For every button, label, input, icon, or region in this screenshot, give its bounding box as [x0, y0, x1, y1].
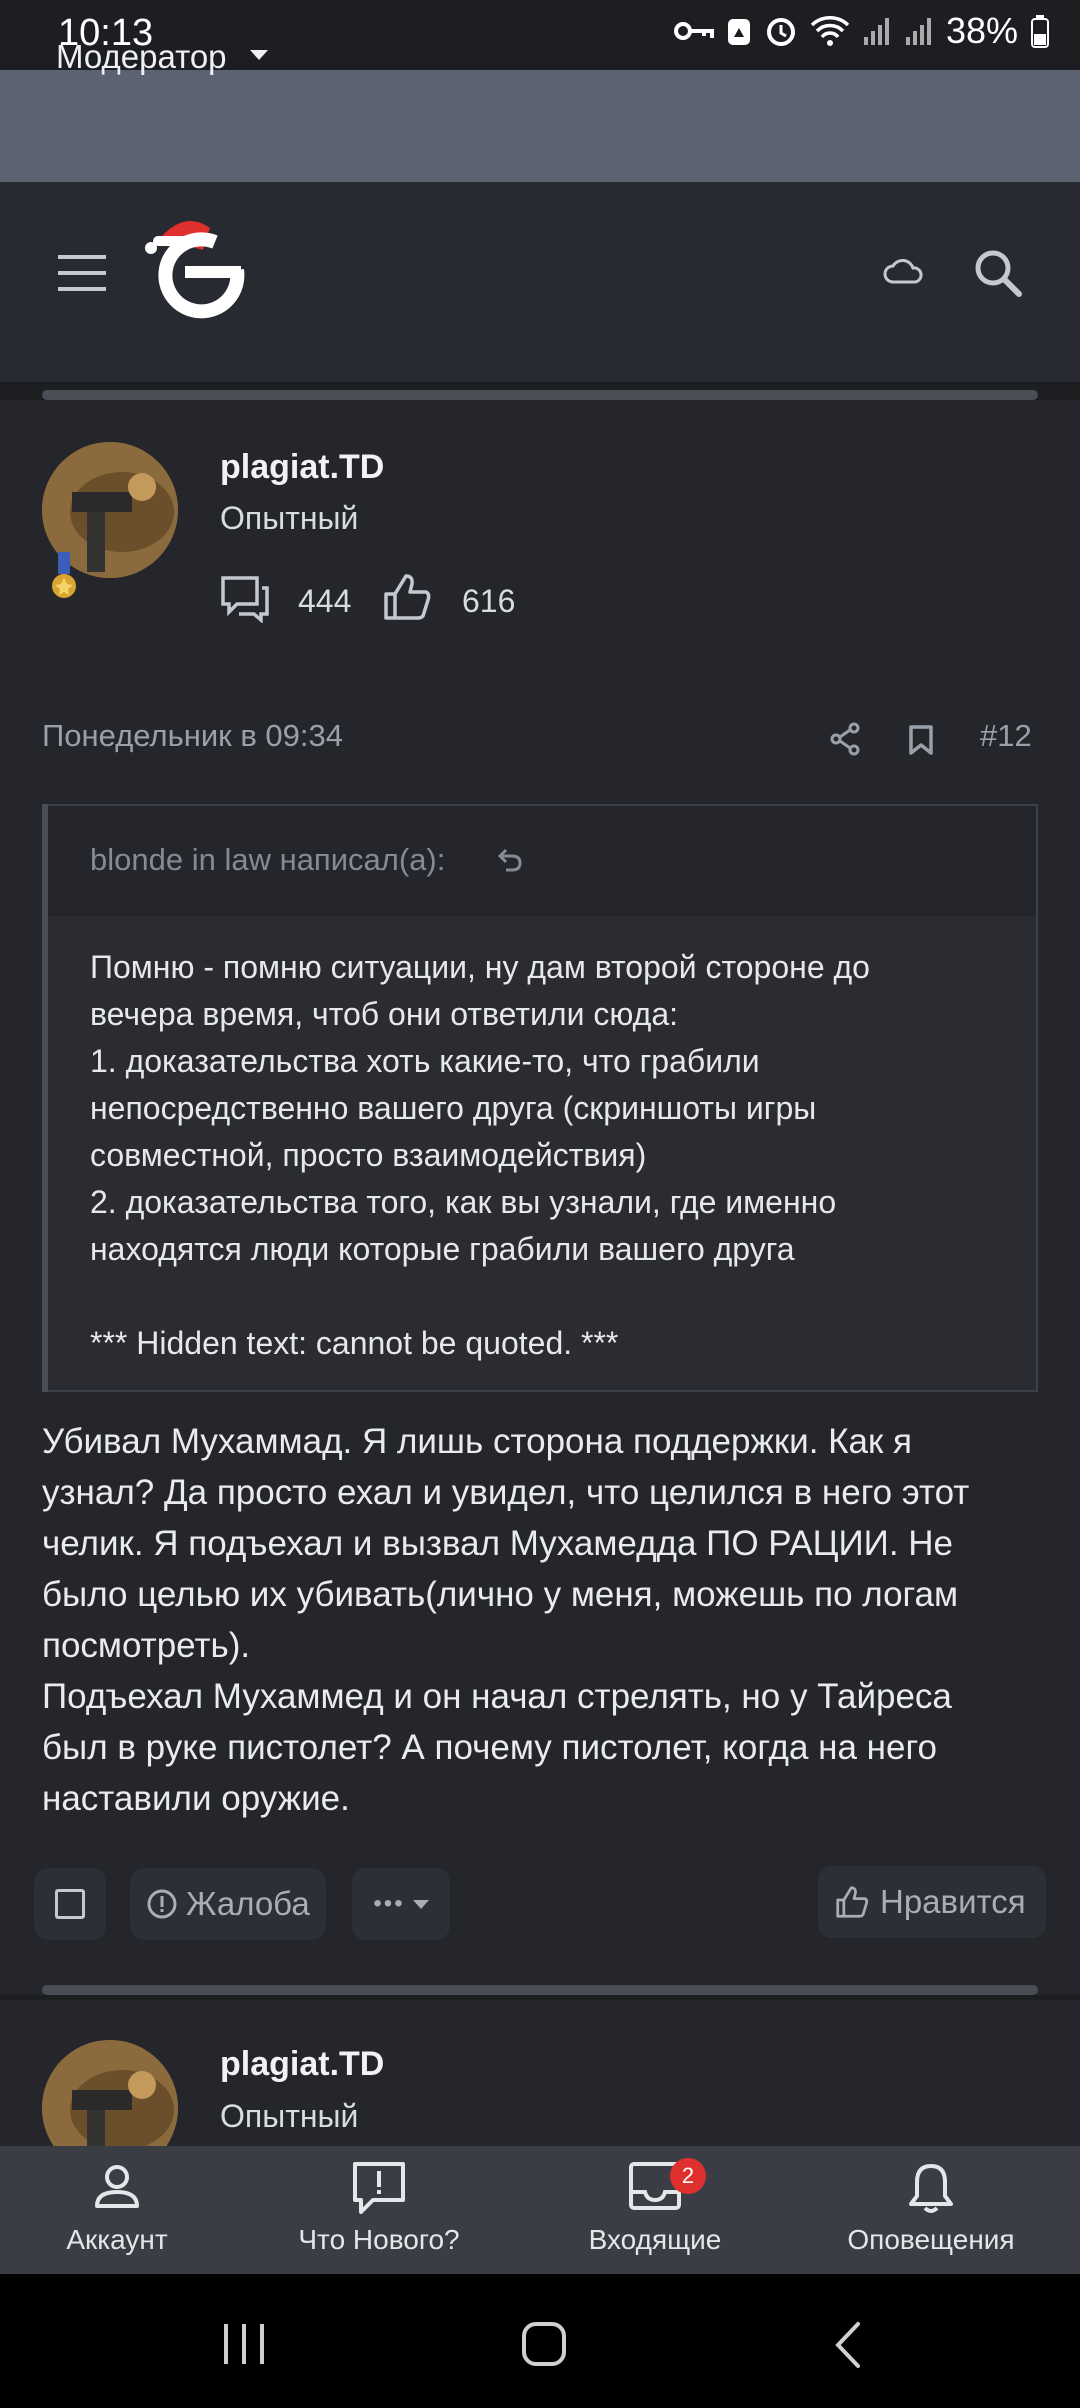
quote-author[interactable]: blonde in law написал(а): [90, 842, 445, 878]
quote-jump-icon[interactable] [496, 846, 524, 874]
report-button[interactable]: Жалоба [130, 1868, 326, 1940]
select-checkbox[interactable] [34, 1868, 106, 1940]
status-icons: 38% [673, 10, 1050, 52]
home-icon[interactable] [520, 2320, 568, 2368]
more-options-label: ••• [373, 1890, 405, 1917]
wifi-icon [810, 16, 850, 46]
username[interactable]: plagiat.TD [220, 448, 384, 487]
back-icon[interactable] [830, 2320, 864, 2370]
post-divider [42, 390, 1038, 400]
thumbs-up-icon [384, 574, 431, 620]
inbox-count-badge: 2 [670, 2158, 706, 2194]
nav-whats-new-label: Что Нового? [298, 2224, 460, 2255]
messages-icon [221, 576, 269, 623]
medal-badge-icon [52, 552, 76, 598]
post-date[interactable]: Понедельник в 09:34 [42, 718, 343, 754]
quote-text: Помню - помню ситуации, ну дам второй ст… [90, 949, 870, 1361]
reactions-count: 616 [462, 583, 516, 619]
battery-icon [1031, 15, 1049, 48]
search-icon[interactable] [973, 248, 1023, 298]
share-icon[interactable] [830, 722, 860, 756]
caret-down-icon [412, 1899, 429, 1909]
moderator-menu[interactable]: Модератор [56, 38, 227, 76]
like-label: Нравится [880, 1883, 1026, 1920]
bookmark-icon[interactable] [908, 724, 934, 756]
nav-account-label: Аккаунт [66, 2224, 168, 2255]
alarm-icon [766, 18, 795, 46]
report-label: Жалоба [186, 1885, 310, 1922]
account-icon [95, 2165, 139, 2208]
nav-inbox-label: Входящие [588, 2224, 722, 2255]
signal-icon [863, 18, 889, 45]
post-body: Убивал Мухаммад. Я лишь сторона поддержк… [42, 1422, 970, 1818]
nav-alerts-label: Оповещения [847, 2224, 1015, 2255]
username[interactable]: plagiat.TD [220, 2045, 384, 2084]
report-icon [147, 1889, 177, 1919]
thumbs-up-icon [836, 1886, 869, 1918]
nav-whats-new[interactable]: Что Нового? [264, 2146, 494, 2274]
nav-alerts[interactable]: Оповещения [816, 2146, 1046, 2274]
post-divider [42, 1985, 1038, 1995]
more-options-button[interactable]: ••• [352, 1868, 450, 1940]
quote-border [42, 804, 48, 1392]
recycle-icon [727, 19, 750, 45]
hamburger-menu-icon[interactable] [58, 255, 106, 291]
whats-new-icon [353, 2162, 405, 2214]
vpn-key-icon [673, 22, 714, 40]
user-title: Опытный [220, 2098, 359, 2134]
moderator-bar [0, 70, 1080, 182]
cloud-icon[interactable] [883, 256, 923, 286]
like-button[interactable]: Нравится [818, 1866, 1046, 1938]
site-logo[interactable] [145, 210, 255, 320]
messages-count: 444 [298, 583, 352, 619]
nav-account[interactable]: Аккаунт [2, 2146, 232, 2274]
user-title: Опытный [220, 500, 359, 536]
caret-down-icon[interactable] [250, 50, 268, 60]
bell-icon [909, 2164, 953, 2213]
battery-percent: 38% [945, 10, 1018, 51]
recent-apps-icon[interactable] [222, 2322, 266, 2366]
signal-icon-2 [905, 18, 931, 45]
nav-inbox[interactable]: Входящие [540, 2146, 770, 2274]
checkbox-box [55, 1889, 85, 1919]
post-number[interactable]: #12 [980, 718, 1032, 754]
